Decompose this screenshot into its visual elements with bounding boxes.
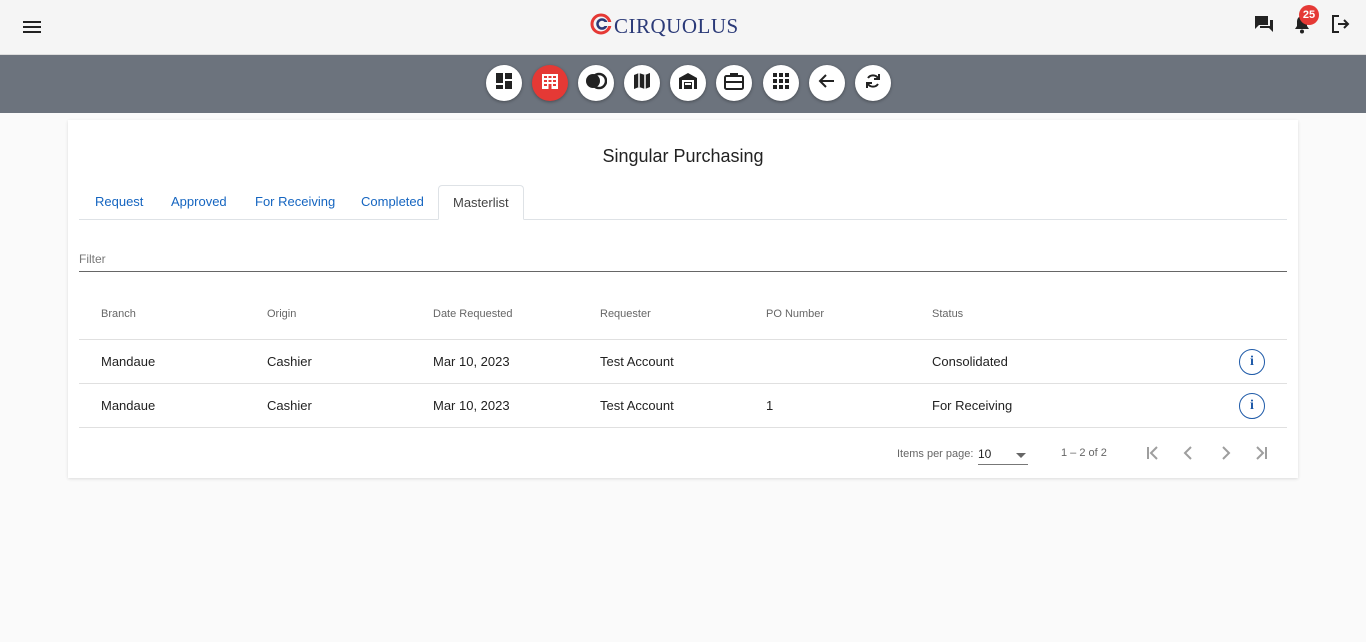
finance-button[interactable] xyxy=(578,65,614,101)
cell-requester: Test Account xyxy=(600,398,674,413)
table-row[interactable]: Mandaue Cashier Mar 10, 2023 Test Accoun… xyxy=(79,384,1287,428)
map-button[interactable] xyxy=(624,65,660,101)
masterlist-table: Branch Origin Date Requested Requester P… xyxy=(79,295,1287,428)
top-bar: CIRQUOLUS 25 xyxy=(0,0,1366,55)
notification-badge: 25 xyxy=(1299,5,1319,25)
tab-bar: Request Approved For Receiving Completed… xyxy=(79,185,1287,220)
items-per-page-value: 10 xyxy=(978,447,992,461)
back-arrow-icon xyxy=(818,72,836,95)
table-header-row: Branch Origin Date Requested Requester P… xyxy=(79,295,1287,340)
cell-origin: Cashier xyxy=(267,354,312,369)
info-icon[interactable]: i xyxy=(1239,349,1265,375)
dashboard-icon xyxy=(495,72,513,95)
cell-date-requested: Mar 10, 2023 xyxy=(433,398,510,413)
chat-icon[interactable] xyxy=(1252,12,1276,36)
map-icon xyxy=(633,72,651,95)
cell-status: Consolidated xyxy=(932,354,1008,369)
cell-po-number: 1 xyxy=(766,398,774,413)
paginator: Items per page: 10 1 – 2 of 2 xyxy=(68,440,1298,470)
back-button[interactable] xyxy=(809,65,845,101)
cell-branch: Mandaue xyxy=(101,354,156,369)
column-header-requester[interactable]: Requester xyxy=(600,308,651,320)
tab-request[interactable]: Request xyxy=(81,185,157,220)
items-per-page-label: Items per page: xyxy=(897,448,974,460)
column-header-date-requested[interactable]: Date Requested xyxy=(433,308,513,320)
inventory-button[interactable] xyxy=(716,65,752,101)
items-per-page-select[interactable]: 10 xyxy=(978,445,1028,465)
cell-status: For Receiving xyxy=(932,398,1013,413)
first-page-icon xyxy=(1144,444,1162,467)
cell-date-requested: Mar 10, 2023 xyxy=(433,354,510,369)
briefcase-icon xyxy=(724,72,744,95)
dashboard-button[interactable] xyxy=(486,65,522,101)
warehouse-button[interactable] xyxy=(670,65,706,101)
notification-bell-icon[interactable]: 25 xyxy=(1290,5,1319,36)
column-header-origin[interactable]: Origin xyxy=(267,308,296,320)
apps-grid-icon xyxy=(773,72,789,94)
logo-text: CIRQUOLUS xyxy=(614,13,739,38)
logout-icon[interactable] xyxy=(1328,12,1352,36)
purchasing-button[interactable] xyxy=(532,65,568,101)
app-logo[interactable]: CIRQUOLUS xyxy=(590,13,739,39)
tab-approved[interactable]: Approved xyxy=(157,185,241,220)
column-header-branch[interactable]: Branch xyxy=(101,308,136,320)
building-icon xyxy=(540,72,560,95)
tab-masterlist[interactable]: Masterlist xyxy=(438,185,524,220)
cell-branch: Mandaue xyxy=(101,398,156,413)
apps-button[interactable] xyxy=(763,65,799,101)
next-page-button[interactable] xyxy=(1212,442,1238,468)
module-toolbar xyxy=(0,55,1366,113)
chevron-left-icon xyxy=(1180,444,1198,467)
cell-requester: Test Account xyxy=(600,354,674,369)
last-page-icon xyxy=(1252,444,1270,467)
previous-page-button[interactable] xyxy=(1176,442,1202,468)
table-row[interactable]: Mandaue Cashier Mar 10, 2023 Test Accoun… xyxy=(79,340,1287,384)
dropdown-caret-icon xyxy=(1016,453,1026,458)
filter-input[interactable] xyxy=(79,248,1287,266)
last-page-button[interactable] xyxy=(1248,442,1274,468)
tab-for-receiving[interactable]: For Receiving xyxy=(241,185,349,220)
chevron-right-icon xyxy=(1216,444,1234,467)
menu-icon[interactable] xyxy=(20,16,44,38)
coins-icon xyxy=(585,72,608,95)
logo-mark-icon xyxy=(590,13,612,40)
first-page-button[interactable] xyxy=(1140,442,1166,468)
page-range-label: 1 – 2 of 2 xyxy=(1061,447,1107,459)
tab-completed[interactable]: Completed xyxy=(347,185,438,220)
info-icon[interactable]: i xyxy=(1239,393,1265,419)
warehouse-icon xyxy=(678,72,698,95)
page-title: Singular Purchasing xyxy=(602,146,764,166)
purchasing-card: Singular Purchasing Request Approved For… xyxy=(68,120,1298,478)
column-header-status[interactable]: Status xyxy=(932,308,963,320)
cell-origin: Cashier xyxy=(267,398,312,413)
column-header-po-number[interactable]: PO Number xyxy=(766,308,824,320)
refresh-icon xyxy=(864,72,882,95)
filter-field[interactable] xyxy=(79,248,1287,272)
refresh-button[interactable] xyxy=(855,65,891,101)
